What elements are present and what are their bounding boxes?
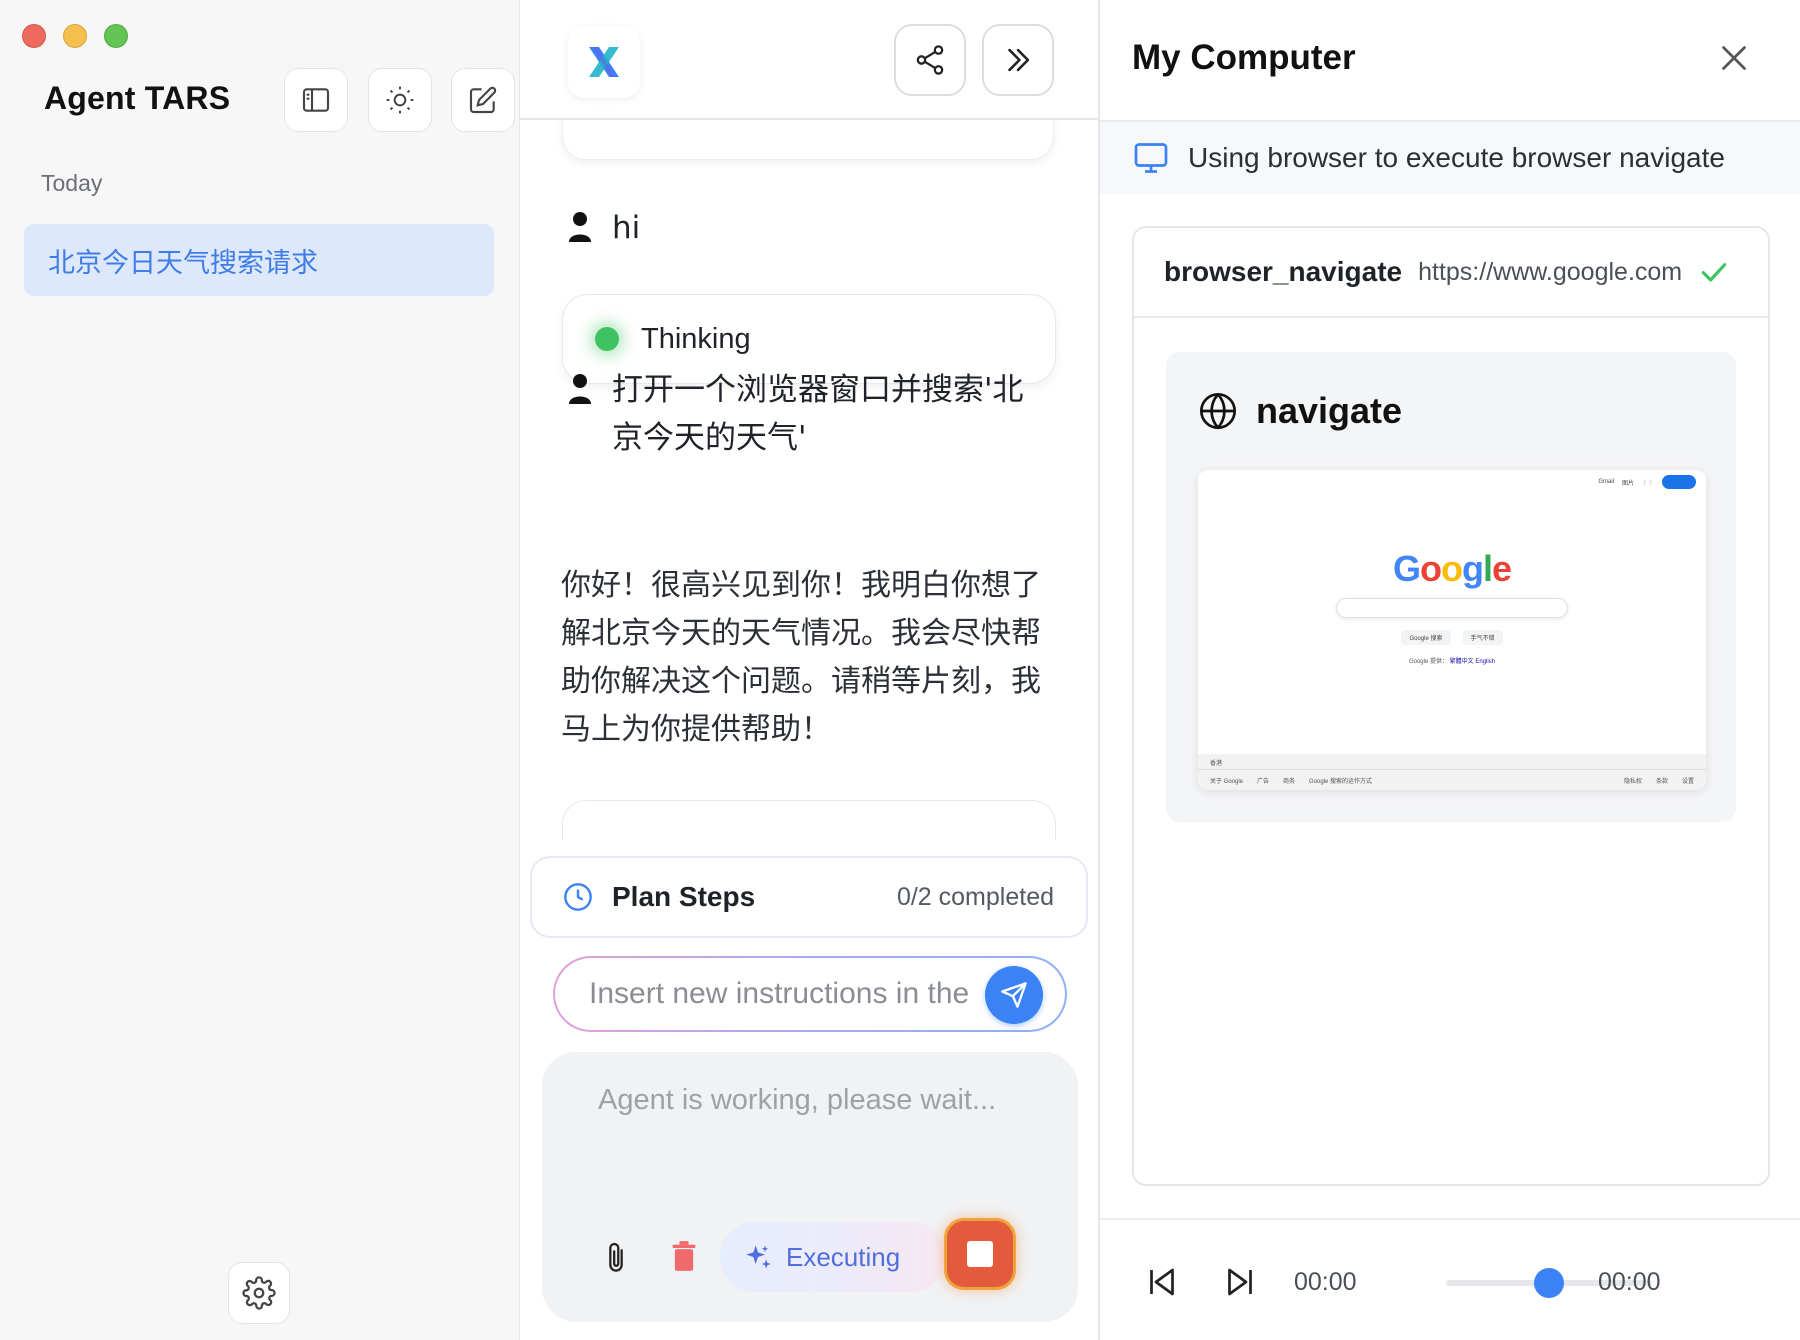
navigate-heading: navigate bbox=[1198, 390, 1402, 432]
tool-result-card: browser_navigate https://www.google.com … bbox=[1132, 226, 1770, 1186]
execution-status: Using browser to execute browser navigat… bbox=[1100, 122, 1800, 194]
message-card bbox=[562, 800, 1056, 840]
footer-link: 隐私权 bbox=[1623, 779, 1642, 785]
google-logo: Google bbox=[1392, 548, 1512, 589]
double-chevron-right-icon bbox=[1008, 48, 1030, 72]
google-search-button: Google 搜索 bbox=[1401, 630, 1451, 645]
google-footer-links: 关于 Google 广告 商务 Google 搜索的运作方式 隐私权 条款 设置 bbox=[1198, 770, 1706, 790]
gear-icon bbox=[242, 1276, 276, 1310]
replay-player: 00:00 00:00 bbox=[1100, 1218, 1800, 1340]
plan-title: Plan Steps bbox=[612, 881, 756, 912]
assistant-message: 你好！很高兴见到你！我明白你想了解北京今天的天气情况。我会尽快帮助你解决这个问题… bbox=[561, 568, 1041, 747]
execution-status-text: Using browser to execute browser navigat… bbox=[1188, 142, 1725, 173]
signin-button bbox=[1662, 475, 1696, 489]
theme-toggle-button[interactable] bbox=[368, 68, 432, 132]
panel-layout-icon bbox=[302, 88, 330, 112]
apps-icon: ⋮⋮ bbox=[1642, 479, 1654, 486]
toggle-sidebar-button[interactable] bbox=[284, 68, 348, 132]
sun-icon bbox=[386, 86, 414, 114]
footer-link: 条款 bbox=[1655, 779, 1668, 785]
check-icon bbox=[1701, 263, 1727, 282]
google-languages: Google 提供： 繁體中文 English bbox=[1198, 656, 1706, 665]
close-icon[interactable] bbox=[1716, 40, 1752, 76]
plan-steps-bar[interactable]: Plan Steps 0/2 completed bbox=[530, 856, 1088, 938]
window-controls bbox=[22, 24, 128, 48]
session-item[interactable]: 北京今日天气搜索请求 bbox=[24, 224, 494, 296]
instruction-input[interactable] bbox=[589, 972, 989, 1016]
message-text: 打开一个浏览器窗口并搜索'北京今天的天气' bbox=[612, 372, 1024, 456]
footer-link: Google 搜索的运作方式 bbox=[1309, 779, 1373, 785]
tool-name: browser_navigate bbox=[1164, 256, 1403, 287]
executing-label: Executing bbox=[786, 1241, 901, 1272]
message-card bbox=[562, 120, 1054, 160]
send-icon bbox=[1001, 982, 1027, 1008]
skip-back-icon[interactable] bbox=[1144, 1264, 1180, 1300]
settings-button[interactable] bbox=[228, 1262, 290, 1324]
chat-header bbox=[520, 0, 1098, 120]
footer-link: 商务 bbox=[1283, 779, 1296, 785]
monitor-icon bbox=[1134, 143, 1168, 173]
slider-knob[interactable] bbox=[1534, 1268, 1564, 1298]
tool-result-header: browser_navigate https://www.google.com bbox=[1134, 228, 1768, 318]
language-prefix: Google 提供： bbox=[1408, 659, 1448, 665]
minimize-window-button[interactable] bbox=[63, 24, 87, 48]
section-label: Today bbox=[41, 170, 103, 196]
feeling-lucky-button: 手气不错 bbox=[1462, 630, 1503, 645]
sidebar: Agent TARS Today 北京今日天气搜索请求 bbox=[0, 0, 520, 1340]
google-footer-region: 香港 bbox=[1198, 754, 1706, 770]
footer-link: 广告 bbox=[1257, 779, 1270, 785]
user-icon bbox=[569, 374, 591, 404]
close-window-button[interactable] bbox=[22, 24, 46, 48]
executing-status: Executing bbox=[720, 1222, 946, 1292]
browser-screenshot[interactable]: Gmail 图片 ⋮⋮ Google Google 搜索 手气不错 Google… bbox=[1198, 470, 1706, 790]
tool-url[interactable]: https://www.google.com bbox=[1418, 258, 1682, 287]
new-chat-button[interactable] bbox=[451, 68, 515, 132]
user-message: 打开一个浏览器窗口并搜索'北京今天的天气' bbox=[568, 366, 1052, 462]
trash-icon[interactable] bbox=[670, 1240, 698, 1272]
gmail-link: Gmail bbox=[1598, 479, 1614, 485]
maximize-window-button[interactable] bbox=[104, 24, 128, 48]
paperclip-icon[interactable] bbox=[602, 1240, 630, 1274]
share-button[interactable] bbox=[894, 24, 966, 96]
stop-button[interactable] bbox=[944, 1218, 1016, 1290]
language-links: 繁體中文 English bbox=[1449, 659, 1496, 665]
user-icon bbox=[569, 212, 591, 242]
send-button[interactable] bbox=[985, 966, 1043, 1024]
app-name: Agent TARS bbox=[44, 80, 231, 116]
skip-forward-icon[interactable] bbox=[1222, 1264, 1258, 1300]
app-logo bbox=[568, 26, 640, 98]
panel-title: My Computer bbox=[1132, 38, 1356, 77]
globe-icon bbox=[1200, 393, 1236, 430]
message-text: hi bbox=[612, 210, 641, 246]
instruction-field-wrapper bbox=[553, 956, 1067, 1032]
edit-icon bbox=[469, 86, 497, 114]
total-time: 00:00 bbox=[1598, 1268, 1661, 1296]
current-time: 00:00 bbox=[1294, 1268, 1357, 1296]
plan-progress: 0/2 completed bbox=[896, 882, 1054, 911]
navigate-result: navigate Gmail 图片 ⋮⋮ Google Google 搜索 手气… bbox=[1166, 352, 1736, 822]
agent-tars-logo bbox=[589, 47, 619, 77]
clock-icon bbox=[564, 883, 592, 911]
google-buttons: Google 搜索 手气不错 bbox=[1198, 630, 1706, 645]
navigate-title: navigate bbox=[1256, 390, 1403, 431]
status-dot bbox=[595, 327, 619, 351]
thinking-label: Thinking bbox=[641, 322, 751, 355]
chat-panel: hi Thinking 打开一个浏览器窗口并搜索'北京今天的天气' 你好！很高兴… bbox=[520, 0, 1098, 1340]
images-link: 图片 bbox=[1621, 480, 1634, 487]
google-top-bar: Gmail 图片 ⋮⋮ bbox=[1598, 475, 1696, 489]
user-message: hi bbox=[568, 204, 1052, 252]
share-icon bbox=[916, 45, 944, 75]
stop-icon bbox=[967, 1241, 993, 1267]
composer: Agent is working, please wait... Executi… bbox=[542, 1052, 1078, 1322]
message-list: hi Thinking 打开一个浏览器窗口并搜索'北京今天的天气' 你好！很高兴… bbox=[520, 120, 1098, 840]
composer-placeholder[interactable]: Agent is working, please wait... bbox=[598, 1084, 996, 1117]
footer-link: 关于 Google bbox=[1210, 779, 1244, 785]
footer-link: 设置 bbox=[1681, 779, 1694, 785]
sparkles-icon bbox=[746, 1245, 771, 1269]
computer-panel: My Computer Using browser to execute bro… bbox=[1098, 0, 1800, 1340]
collapse-panel-button[interactable] bbox=[982, 24, 1054, 96]
google-search-box bbox=[1336, 598, 1568, 618]
